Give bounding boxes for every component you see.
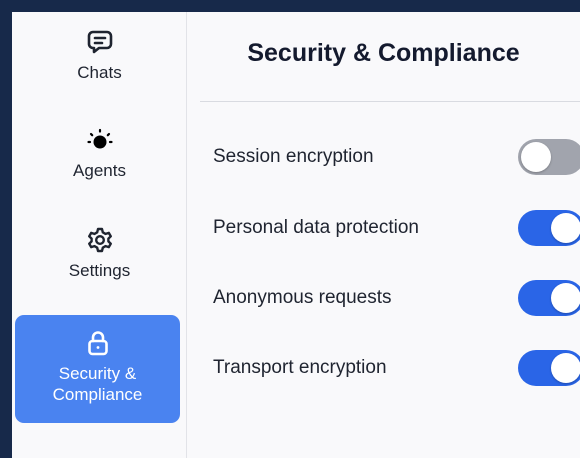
toggle-knob [551,353,580,383]
sidebar-item-label: Chats [77,63,122,82]
lock-icon [84,329,112,357]
setting-label: Session encryption [213,146,374,167]
sidebar-item-chats[interactable]: Chats [12,28,187,83]
setting-row-transport-encryption: Transport encryption [213,348,580,388]
main-panel: Security & Compliance Session encryption… [187,12,580,458]
gear-icon [86,226,114,254]
sidebar-item-label: Settings [68,261,131,280]
setting-row-personal-data-protection: Personal data protection [213,208,580,248]
sidebar-item-settings[interactable]: Settings [12,226,187,281]
sidebar-item-label: Agents [73,161,126,180]
transport-encryption-toggle[interactable] [518,350,580,386]
session-encryption-toggle[interactable] [518,139,580,175]
sidebar-item-security[interactable]: Security & Compliance [15,315,180,423]
page-title: Security & Compliance [247,39,520,67]
sidebar-item-label-line: Compliance [52,385,143,404]
sidebar-item-label: Security & Compliance [53,363,143,405]
toggle-knob [521,142,551,172]
setting-label: Transport encryption [213,357,387,378]
toggle-knob [551,283,580,313]
setting-row-anonymous-requests: Anonymous requests [213,278,580,318]
setting-row-session-encryption: Session encryption [213,137,580,177]
personal-data-protection-toggle[interactable] [518,210,580,246]
bulb-icon [86,126,114,154]
sidebar-item-label-line: Security & [58,364,137,383]
sidebar-item-agents[interactable]: Agents [12,126,187,181]
divider [200,101,580,102]
anonymous-requests-toggle[interactable] [518,280,580,316]
sidebar: Chats Agents Settings Security & Complia… [12,12,187,458]
toggle-knob [551,213,580,243]
chat-bubble-icon [86,28,114,56]
app-window: Chats Agents Settings Security & Complia… [12,12,580,458]
setting-label: Personal data protection [213,217,419,238]
setting-label: Anonymous requests [213,287,392,308]
